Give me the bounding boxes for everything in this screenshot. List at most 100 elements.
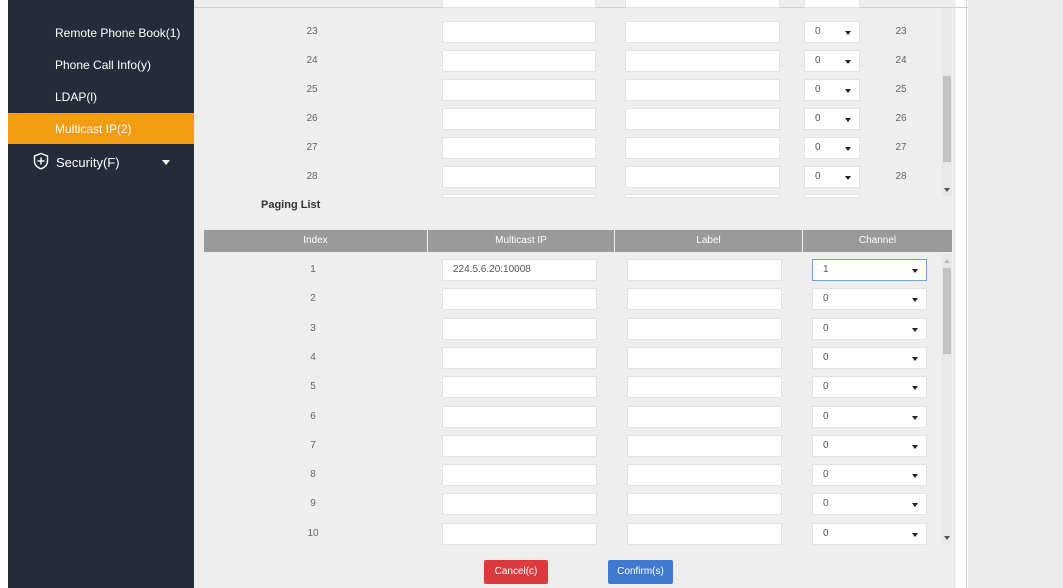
channel-select[interactable]: 0 xyxy=(804,21,860,43)
channel-value: 0 xyxy=(815,55,821,66)
pane-border xyxy=(966,0,967,588)
channel-select[interactable]: 0 xyxy=(804,108,860,130)
channel-value: 0 xyxy=(823,469,829,481)
dropdown-arrow-icon xyxy=(845,147,851,151)
cancel-button[interactable]: Cancel(c) xyxy=(484,560,548,584)
multicast-ip-input[interactable] xyxy=(442,137,596,159)
label-input[interactable] xyxy=(627,376,782,399)
channel-select[interactable]: 1 xyxy=(812,259,927,281)
dropdown-arrow-icon xyxy=(912,444,918,449)
multicast-ip-input[interactable] xyxy=(442,166,596,188)
row-index: 10 xyxy=(307,527,319,539)
row-index: 6 xyxy=(310,410,316,422)
channel-select[interactable]: 0 xyxy=(812,522,927,545)
label-input[interactable] xyxy=(627,493,782,516)
row-index: 28 xyxy=(306,171,318,182)
row-value: 26 xyxy=(895,113,907,124)
sidebar-item-multicast-ip[interactable]: Multicast IP(2) xyxy=(8,113,194,144)
label-input[interactable] xyxy=(625,0,780,8)
row-index: 24 xyxy=(306,55,318,66)
row-index: 27 xyxy=(306,142,318,153)
multicast-ip-input[interactable] xyxy=(442,79,596,101)
upper-scrollbar-thumb[interactable] xyxy=(943,76,951,162)
sidebar-section-label: Security(F) xyxy=(56,154,120,170)
channel-select[interactable]: 0 xyxy=(804,137,860,159)
label-input[interactable] xyxy=(627,259,782,281)
multicast-ip-input[interactable] xyxy=(442,434,597,457)
dropdown-arrow-icon xyxy=(912,386,918,391)
label-input[interactable] xyxy=(625,137,780,159)
multicast-ip-input[interactable] xyxy=(442,405,597,428)
shield-plus-icon xyxy=(32,152,50,173)
confirm-button[interactable]: Confirm(s) xyxy=(608,560,673,584)
label-input[interactable] xyxy=(627,317,782,340)
channel-select[interactable]: 0 xyxy=(812,288,927,311)
channel-select[interactable] xyxy=(804,0,860,8)
multicast-ip-input[interactable] xyxy=(442,21,596,43)
row-index: 25 xyxy=(306,84,318,95)
channel-select[interactable]: 0 xyxy=(812,376,927,399)
multicast-ip-input[interactable] xyxy=(442,0,596,8)
channel-value: 0 xyxy=(823,381,829,393)
paging-scrollbar-thumb[interactable] xyxy=(943,268,951,354)
channel-select[interactable]: 0 xyxy=(804,50,860,72)
channel-value: 0 xyxy=(823,498,829,510)
column-header-channel: Channel xyxy=(803,230,952,252)
multicast-ip-input[interactable] xyxy=(442,493,597,516)
label-input[interactable] xyxy=(625,21,780,43)
label-input[interactable] xyxy=(625,50,780,72)
scroll-up-icon[interactable] xyxy=(944,259,950,263)
label-input[interactable] xyxy=(627,405,782,428)
row-index: 2 xyxy=(310,293,316,305)
multicast-ip-input[interactable] xyxy=(442,522,597,545)
label-input[interactable] xyxy=(627,464,782,487)
row-index: 9 xyxy=(310,498,316,510)
row-value: 23 xyxy=(895,26,907,37)
multicast-ip-input[interactable] xyxy=(442,194,596,198)
multicast-ip-input[interactable] xyxy=(442,108,596,130)
channel-select[interactable]: 0 xyxy=(812,464,927,487)
channel-select[interactable]: 0 xyxy=(804,166,860,188)
label-input[interactable] xyxy=(625,194,780,198)
dropdown-arrow-icon xyxy=(845,31,851,35)
channel-select[interactable]: 0 xyxy=(812,317,927,340)
row-value: 27 xyxy=(895,142,907,153)
channel-value: 0 xyxy=(823,351,829,363)
dropdown-arrow-icon xyxy=(912,327,918,332)
row-value: 24 xyxy=(895,55,907,66)
dropdown-arrow-icon xyxy=(912,532,918,537)
channel-select[interactable]: 0 xyxy=(812,434,927,457)
sidebar-item-label: Remote Phone Book(1) xyxy=(55,25,181,40)
multicast-ip-input[interactable] xyxy=(442,346,597,369)
label-input[interactable] xyxy=(625,79,780,101)
channel-select[interactable] xyxy=(804,194,860,198)
channel-select[interactable]: 0 xyxy=(812,493,927,516)
multicast-ip-input[interactable] xyxy=(442,317,597,340)
caret-down-icon[interactable] xyxy=(162,160,170,165)
channel-select[interactable]: 0 xyxy=(804,79,860,101)
channel-select[interactable]: 0 xyxy=(812,346,927,369)
scroll-down-icon[interactable] xyxy=(944,536,950,540)
label-input[interactable] xyxy=(625,166,780,188)
multicast-ip-input[interactable] xyxy=(442,464,597,487)
label-input[interactable] xyxy=(625,108,780,130)
label-input[interactable] xyxy=(627,346,782,369)
channel-value: 0 xyxy=(815,142,821,153)
channel-value: 1 xyxy=(823,264,829,275)
sidebar-item-ldap[interactable]: LDAP(l) xyxy=(8,81,194,112)
label-input[interactable] xyxy=(627,434,782,457)
multicast-ip-input[interactable] xyxy=(442,376,597,399)
row-index: 1 xyxy=(310,264,316,275)
channel-select[interactable]: 0 xyxy=(812,405,927,428)
row-index: 23 xyxy=(306,26,318,37)
dropdown-arrow-icon xyxy=(845,89,851,93)
label-input[interactable] xyxy=(627,288,782,311)
multicast-ip-input[interactable]: 224.5.6.20:10008 xyxy=(442,259,597,281)
sidebar-section-security[interactable]: Security(F) xyxy=(8,146,194,178)
label-input[interactable] xyxy=(627,522,782,545)
multicast-ip-input[interactable] xyxy=(442,288,597,311)
scroll-down-icon[interactable] xyxy=(944,188,950,192)
sidebar-item-phone-call-info[interactable]: Phone Call Info(y) xyxy=(8,49,194,80)
multicast-ip-input[interactable] xyxy=(442,50,596,72)
sidebar-item-remote-phone-book[interactable]: Remote Phone Book(1) xyxy=(8,17,194,48)
